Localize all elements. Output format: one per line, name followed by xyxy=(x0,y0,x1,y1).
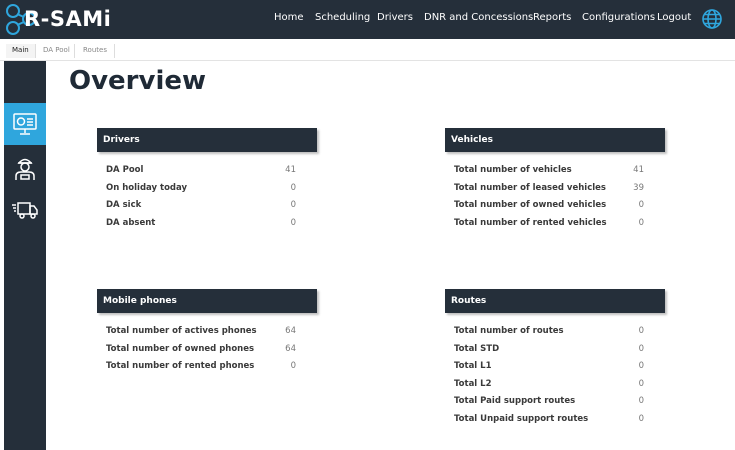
stat-value: 0 xyxy=(638,217,644,228)
top-navigation-bar: R-SAMi Home Scheduling Drivers DNR and C… xyxy=(0,0,735,39)
stat-row: Total STD 0 xyxy=(445,341,665,359)
stat-row: Total Unpaid support routes 0 xyxy=(445,411,665,429)
nav-drivers[interactable]: Drivers xyxy=(377,12,413,23)
stat-row: Total number of rented vehicles 0 xyxy=(445,215,665,233)
stat-label: Total L1 xyxy=(454,361,492,371)
stat-label: Total number of actives phones xyxy=(106,326,257,336)
vehicles-panel: Vehicles Total number of vehicles 41 Tota… xyxy=(445,128,665,232)
app-logo[interactable]: R-SAMi xyxy=(2,2,112,36)
stat-list: Total number of routes 0 Total STD 0 Total… xyxy=(445,313,665,428)
stat-row: Total number of owned phones 64 xyxy=(97,341,317,359)
sidebar-item-dashboard[interactable] xyxy=(4,103,46,145)
stat-label: Total STD xyxy=(454,343,500,354)
dashboard-monitor-icon xyxy=(13,113,37,135)
stat-list: Total number of vehicles 41 Total number … xyxy=(445,152,665,232)
drivers-panel: Drivers DA Pool 41 On holiday today 0 DA s… xyxy=(97,128,317,232)
panel-title: Routes xyxy=(445,289,665,313)
stat-value: 0 xyxy=(638,200,644,210)
page-title: Overview xyxy=(69,66,207,96)
side-navigation-rail xyxy=(4,61,46,450)
tab-strip: Main DA Pool Routes xyxy=(0,40,735,61)
stat-value: 0 xyxy=(290,217,296,228)
stat-label: Total number of rented phones xyxy=(106,361,255,371)
stat-value: 64 xyxy=(285,343,296,354)
stat-label: DA sick xyxy=(106,200,142,210)
nav-logout[interactable]: Logout xyxy=(657,12,691,23)
stat-label: DA absent xyxy=(106,217,156,228)
mobile-phones-panel: Mobile phones Total number of actives ph… xyxy=(97,289,317,376)
stat-value: 0 xyxy=(638,413,644,424)
stat-row: Total number of routes 0 xyxy=(445,323,665,341)
stat-label: Total number of owned phones xyxy=(106,343,255,354)
stat-row: Total L2 0 xyxy=(445,376,665,394)
stat-label: Total Paid support routes xyxy=(454,396,576,406)
logo-text: R-SAMi xyxy=(24,7,112,31)
sidebar-item-drivers[interactable] xyxy=(4,147,46,189)
stat-value: 64 xyxy=(285,326,296,336)
driver-person-icon xyxy=(15,158,35,180)
tab-routes[interactable]: Routes xyxy=(79,44,115,58)
stat-label: Total number of vehicles xyxy=(454,165,572,175)
nav-reports[interactable]: Reports xyxy=(533,12,571,23)
stat-label: Total L2 xyxy=(454,378,492,389)
nav-configurations[interactable]: Configurations xyxy=(582,12,655,23)
stat-row: Total number of vehicles 41 xyxy=(445,162,665,180)
stat-label: Total Unpaid support routes xyxy=(454,413,589,424)
stat-label: Total number of leased vehicles xyxy=(454,182,606,193)
stat-value: 0 xyxy=(638,326,644,336)
stat-row: DA Pool 41 xyxy=(97,162,317,180)
stat-value: 41 xyxy=(285,165,296,175)
stat-row: Total number of owned vehicles 0 xyxy=(445,197,665,215)
stat-value: 0 xyxy=(638,378,644,389)
globe-icon[interactable] xyxy=(701,8,723,30)
stat-value: 41 xyxy=(633,165,644,175)
delivery-truck-icon xyxy=(12,202,38,219)
stat-row: On holiday today 0 xyxy=(97,180,317,198)
stat-value: 39 xyxy=(633,182,644,193)
tab-main[interactable]: Main xyxy=(6,44,36,58)
sidebar-item-vehicles[interactable] xyxy=(4,189,46,231)
tab-da-pool[interactable]: DA Pool xyxy=(39,44,75,58)
panel-title: Mobile phones xyxy=(97,289,317,313)
stat-row: DA absent 0 xyxy=(97,215,317,233)
stat-label: DA Pool xyxy=(106,165,144,175)
nav-scheduling[interactable]: Scheduling xyxy=(315,12,370,23)
panel-title: Drivers xyxy=(97,128,317,152)
stat-label: Total number of routes xyxy=(454,326,564,336)
stat-row: Total number of actives phones 64 xyxy=(97,323,317,341)
stat-value: 0 xyxy=(290,200,296,210)
stat-value: 0 xyxy=(638,343,644,354)
stat-row: Total Paid support routes 0 xyxy=(445,393,665,411)
stat-row: Total number of rented phones 0 xyxy=(97,358,317,376)
stat-label: Total number of owned vehicles xyxy=(454,200,607,210)
stat-value: 0 xyxy=(638,396,644,406)
stat-label: Total number of rented vehicles xyxy=(454,217,607,228)
routes-panel: Routes Total number of routes 0 Total STD… xyxy=(445,289,665,428)
panel-title: Vehicles xyxy=(445,128,665,152)
stat-value: 0 xyxy=(290,361,296,371)
stat-value: 0 xyxy=(290,182,296,193)
stat-list: Total number of actives phones 64 Total n… xyxy=(97,313,317,376)
stat-list: DA Pool 41 On holiday today 0 DA sick 0 DA … xyxy=(97,152,317,232)
stat-value: 0 xyxy=(638,361,644,371)
stat-row: Total L1 0 xyxy=(445,358,665,376)
nav-home[interactable]: Home xyxy=(274,12,304,23)
nav-dnr-and-concessions[interactable]: DNR and Concessions xyxy=(424,12,533,23)
stat-row: Total number of leased vehicles 39 xyxy=(445,180,665,198)
stat-row: DA sick 0 xyxy=(97,197,317,215)
stat-label: On holiday today xyxy=(106,182,188,193)
